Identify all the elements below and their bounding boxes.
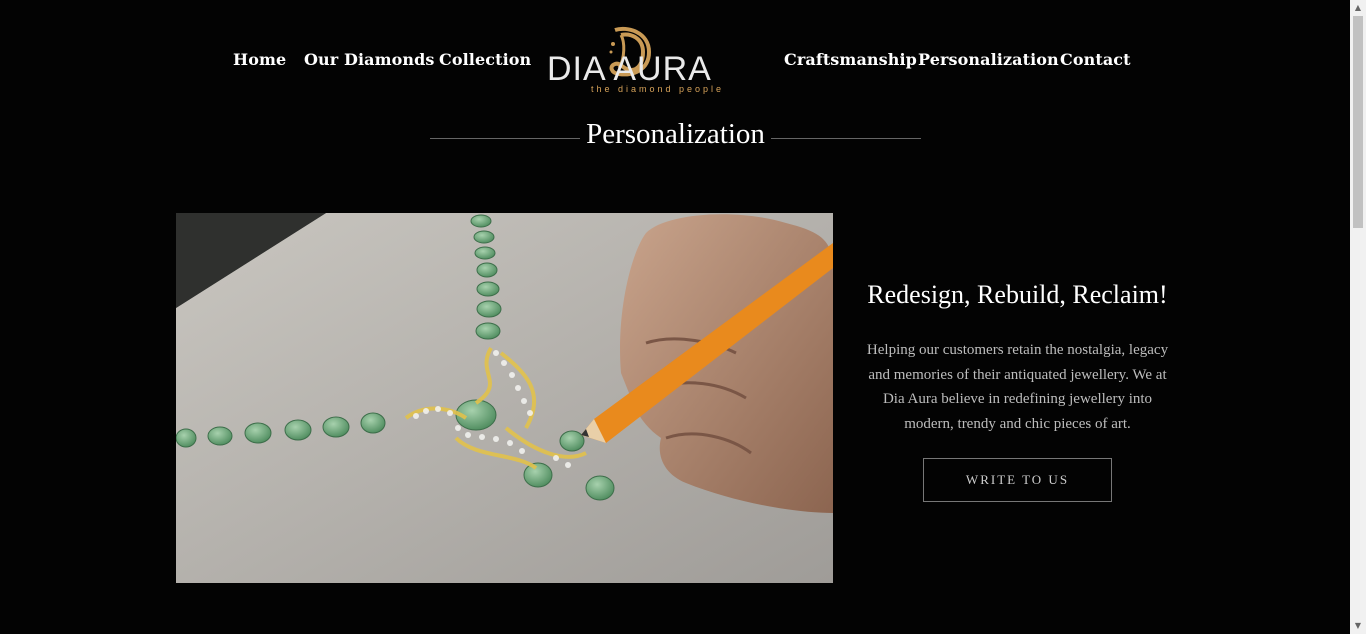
nav-home-link[interactable]: Home xyxy=(233,50,286,69)
nav-collection-link[interactable]: Collection xyxy=(439,50,531,69)
nav-craftsmanship-link[interactable]: Craftsmanship xyxy=(784,50,917,69)
section-header: Personalization xyxy=(430,118,921,158)
nav-personalization-link[interactable]: Personalization xyxy=(918,50,1059,69)
top-navigation: Home Our Diamonds Collection DIA AURA th… xyxy=(0,0,1350,110)
logo-tagline: the diamond people xyxy=(591,84,725,94)
feature-description: Helping our customers retain the nostalg… xyxy=(866,342,1169,432)
sketch-illustration xyxy=(176,213,833,583)
section-title: Personalization xyxy=(580,118,771,150)
triangle-down-icon[interactable]: ▼ xyxy=(1350,618,1366,634)
vertical-scrollbar[interactable]: ▲ ▼ xyxy=(1350,0,1366,634)
feature-heading: Redesign, Rebuild, Reclaim! xyxy=(867,280,1168,309)
nav-contact-link[interactable]: Contact xyxy=(1060,50,1131,69)
nav-our-diamonds-link[interactable]: Our Diamonds xyxy=(304,50,435,69)
feature-content: Redesign, Rebuild, Reclaim! Helping our … xyxy=(855,280,1180,502)
scroll-thumb[interactable] xyxy=(1353,16,1363,228)
section-title-wrapper: Personalization xyxy=(430,118,921,151)
brand-logo[interactable]: DIA AURA the diamond people xyxy=(547,24,752,98)
triangle-up-icon[interactable]: ▲ xyxy=(1350,0,1366,16)
jewellery-sketch-photo xyxy=(176,213,833,583)
write-to-us-button[interactable]: WRITE TO US xyxy=(923,458,1112,502)
